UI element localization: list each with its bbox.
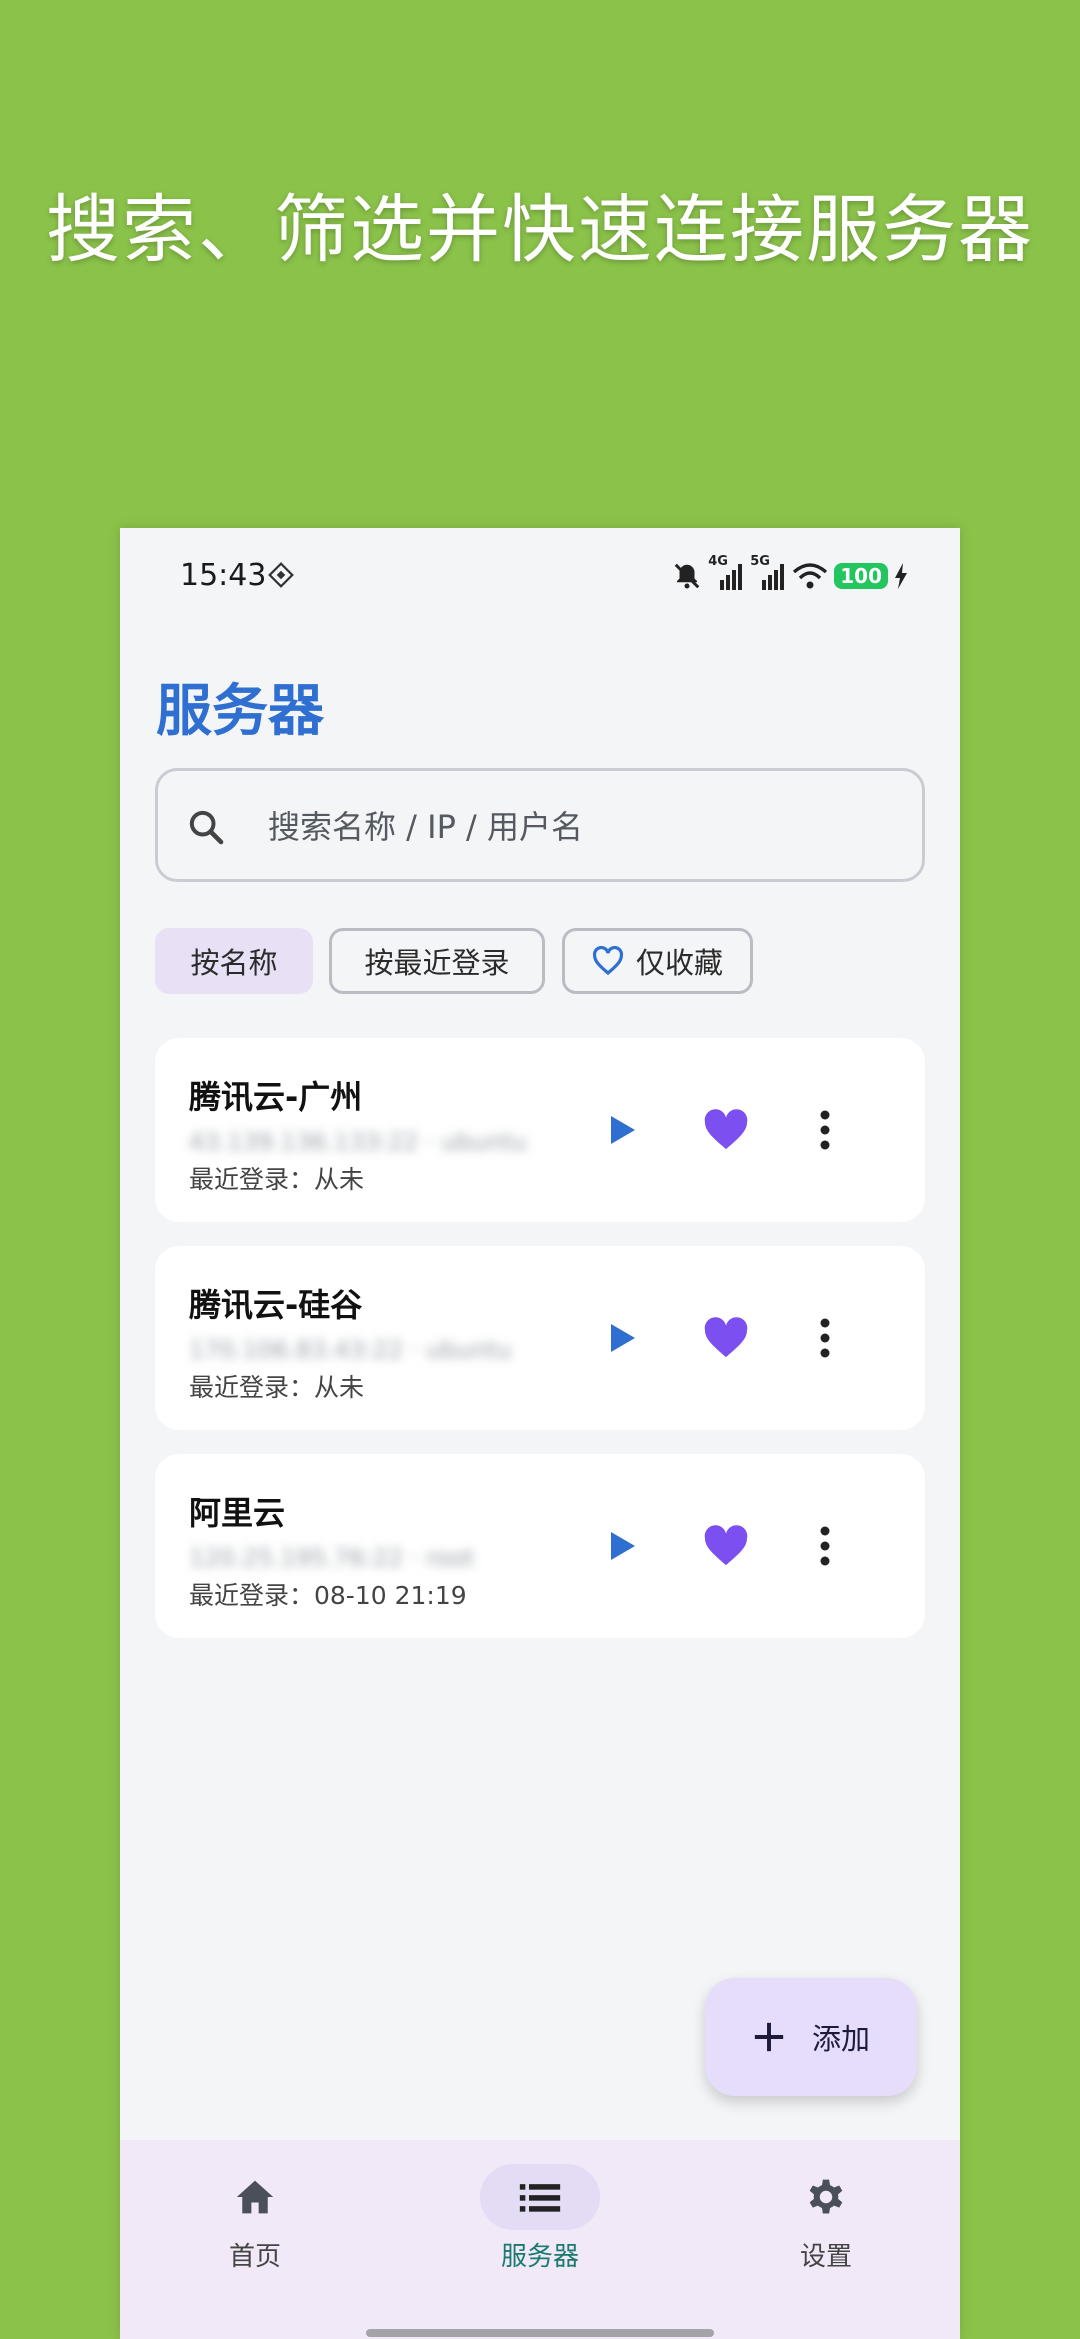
promo-headline: 搜索、筛选并快速连接服务器 <box>46 187 1034 273</box>
server-name: 腾讯云-硅谷 <box>189 1286 363 1324</box>
server-card[interactable]: 腾讯云-广州 43.139.136.133:22 · ubuntu 最近登录：从… <box>155 1038 925 1222</box>
nav-label: 首页 <box>228 2242 281 2272</box>
server-last-login: 最近登录：从未 <box>189 1165 365 1194</box>
add-button-label: 添加 <box>811 2022 870 2056</box>
search-box[interactable] <box>155 768 925 882</box>
play-icon <box>611 1532 635 1560</box>
server-last-login: 最近登录：08-10 21:19 <box>189 1581 467 1610</box>
status-icons: 4G 5G 100 <box>672 554 908 594</box>
nav-item-servers[interactable]: 服务器 <box>440 2164 640 2294</box>
signal-4g-icon: 4G <box>708 554 744 592</box>
bell-off-icon <box>674 563 700 589</box>
more-options-button[interactable] <box>795 1100 855 1160</box>
server-address: 120.25.195.76:22 · root <box>189 1544 475 1572</box>
more-vertical-icon <box>820 1318 830 1358</box>
page-title: 服务器 <box>156 679 324 744</box>
home-icon <box>236 2180 274 2214</box>
play-icon <box>611 1324 635 1352</box>
server-name: 阿里云 <box>189 1494 286 1532</box>
favorite-button[interactable] <box>696 1308 756 1368</box>
server-card[interactable]: 阿里云 120.25.195.76:22 · root 最近登录：08-10 2… <box>155 1454 925 1638</box>
phone-screen: 15:43 4G 5G 100 服务器 搜索名称 / IP / 用户名 按名称 … <box>120 528 960 2339</box>
nav-item-home[interactable]: 首页 <box>155 2164 355 2294</box>
wifi-icon <box>793 563 828 589</box>
more-vertical-icon <box>820 1526 830 1566</box>
server-address: 43.139.136.133:22 · ubuntu <box>189 1128 527 1156</box>
filter-chip-label: 按最近登录 <box>364 946 510 980</box>
home-indicator[interactable] <box>366 2329 714 2337</box>
filter-chip-label: 按名称 <box>190 946 278 980</box>
battery-indicator: 100 <box>834 563 888 589</box>
signal-5g-icon: 5G <box>750 554 786 592</box>
favorite-button[interactable] <box>696 1516 756 1576</box>
gear-icon <box>809 2179 843 2214</box>
more-options-button[interactable] <box>795 1308 855 1368</box>
server-last-login: 最近登录：从未 <box>189 1373 365 1402</box>
filter-chip-label: 仅收藏 <box>635 946 723 980</box>
vpn-diamond-icon <box>268 562 294 588</box>
server-address: 170.106.83.43:22 · ubuntu <box>189 1336 512 1364</box>
list-icon <box>519 2184 561 2212</box>
add-server-button[interactable]: 添加 <box>705 1978 917 2096</box>
status-time: 15:43 <box>180 558 267 593</box>
server-card[interactable]: 腾讯云-硅谷 170.106.83.43:22 · ubuntu 最近登录：从未 <box>155 1246 925 1430</box>
connect-button[interactable] <box>593 1516 653 1576</box>
nav-label: 服务器 <box>500 2242 579 2272</box>
server-name: 腾讯云-广州 <box>189 1078 363 1116</box>
connect-button[interactable] <box>593 1308 653 1368</box>
more-vertical-icon <box>820 1110 830 1150</box>
heart-filled-icon <box>704 1317 748 1358</box>
more-options-button[interactable] <box>795 1516 855 1576</box>
status-bar: 15:43 4G 5G 100 <box>120 528 960 624</box>
play-icon <box>611 1116 635 1144</box>
nav-label: 设置 <box>799 2242 852 2272</box>
filter-chip-by-name[interactable]: 按名称 <box>155 928 313 994</box>
search-icon <box>189 810 224 845</box>
bottom-navigation: 首页 服务器 设置 <box>120 2140 960 2339</box>
charging-bolt-icon <box>895 563 907 589</box>
plus-icon <box>754 2022 784 2052</box>
connect-button[interactable] <box>593 1100 653 1160</box>
heart-filled-icon <box>704 1109 748 1150</box>
filter-chip-favorites-only[interactable]: 仅收藏 <box>562 928 753 994</box>
favorite-button[interactable] <box>696 1100 756 1160</box>
heart-filled-icon <box>704 1525 748 1566</box>
heart-outline-icon <box>592 946 624 976</box>
filter-chip-by-recent-login[interactable]: 按最近登录 <box>329 928 545 994</box>
nav-item-settings[interactable]: 设置 <box>726 2164 926 2294</box>
search-input[interactable] <box>266 791 890 863</box>
